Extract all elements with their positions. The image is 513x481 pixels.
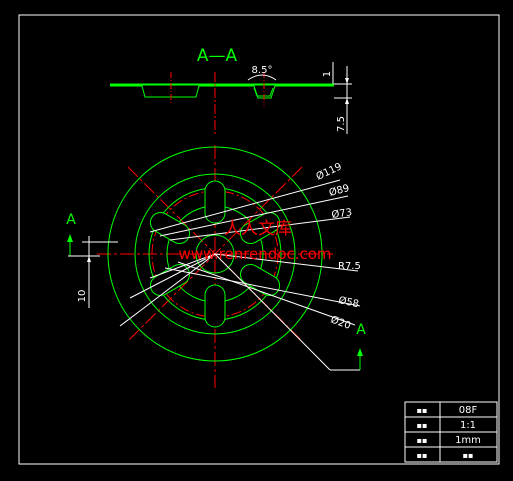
- angle-dimension-label: 8.5°: [252, 65, 273, 76]
- dim-arrow-2: [345, 98, 349, 104]
- section-view: A—A 8.5° 1 7.5: [110, 46, 352, 135]
- watermark-cn: 人人文库: [224, 219, 292, 239]
- title-block-value-3: 1mm: [455, 435, 481, 446]
- dim-offset-arrow: [87, 256, 91, 262]
- slot-top-left: [149, 212, 190, 244]
- dim-d20-label: Ø20: [329, 314, 352, 332]
- title-block: ▪▪ 08F ▪▪ 1:1 ▪▪ 1mm ▪▪ ▪▪: [404, 401, 498, 463]
- dim-d73-label: Ø73: [331, 206, 353, 221]
- slot-bottom: [204, 284, 226, 328]
- dim-thickness-label: 1: [322, 71, 333, 77]
- dim-height-label: 7.5: [336, 116, 347, 132]
- cut-arrowhead-right: [357, 348, 363, 356]
- plan-view: Ø119 Ø89 Ø73 R7.5 Ø58 Ø20: [97, 145, 361, 388]
- dim-arrow-1: [345, 78, 349, 84]
- title-block-value-1: 08F: [459, 405, 478, 416]
- section-marker-left: A: [66, 212, 76, 228]
- section-profile: [110, 85, 334, 99]
- title-block-value-2: 1:1: [460, 420, 476, 431]
- section-title: A—A: [197, 46, 238, 66]
- title-block-value-4: ▪▪: [463, 451, 474, 460]
- title-block-label-3: ▪▪: [417, 436, 428, 445]
- section-marker-right: A: [356, 322, 366, 338]
- dim-d119-label: Ø119: [314, 160, 344, 182]
- slot-bottom-right: [240, 264, 281, 296]
- watermark-url: www.renrendoc.com: [178, 245, 331, 263]
- title-block-label-1: ▪▪: [417, 406, 428, 415]
- cut-arrowhead-left: [67, 234, 73, 242]
- dim-offset-label: 10: [77, 290, 88, 303]
- title-block-label-2: ▪▪: [417, 421, 428, 430]
- cut-line-right: [214, 253, 331, 371]
- section-cut-left: A 10: [66, 212, 118, 308]
- slot-top: [204, 180, 226, 224]
- dim-r75-label: R7.5: [338, 261, 361, 272]
- cad-drawing-canvas: A—A 8.5° 1 7.5 Ø119 Ø89 Ø73 R7.5 Ø58 Ø20…: [18, 14, 500, 465]
- dim-d58-label: Ø58: [337, 294, 360, 310]
- title-block-label-4: ▪▪: [417, 451, 428, 460]
